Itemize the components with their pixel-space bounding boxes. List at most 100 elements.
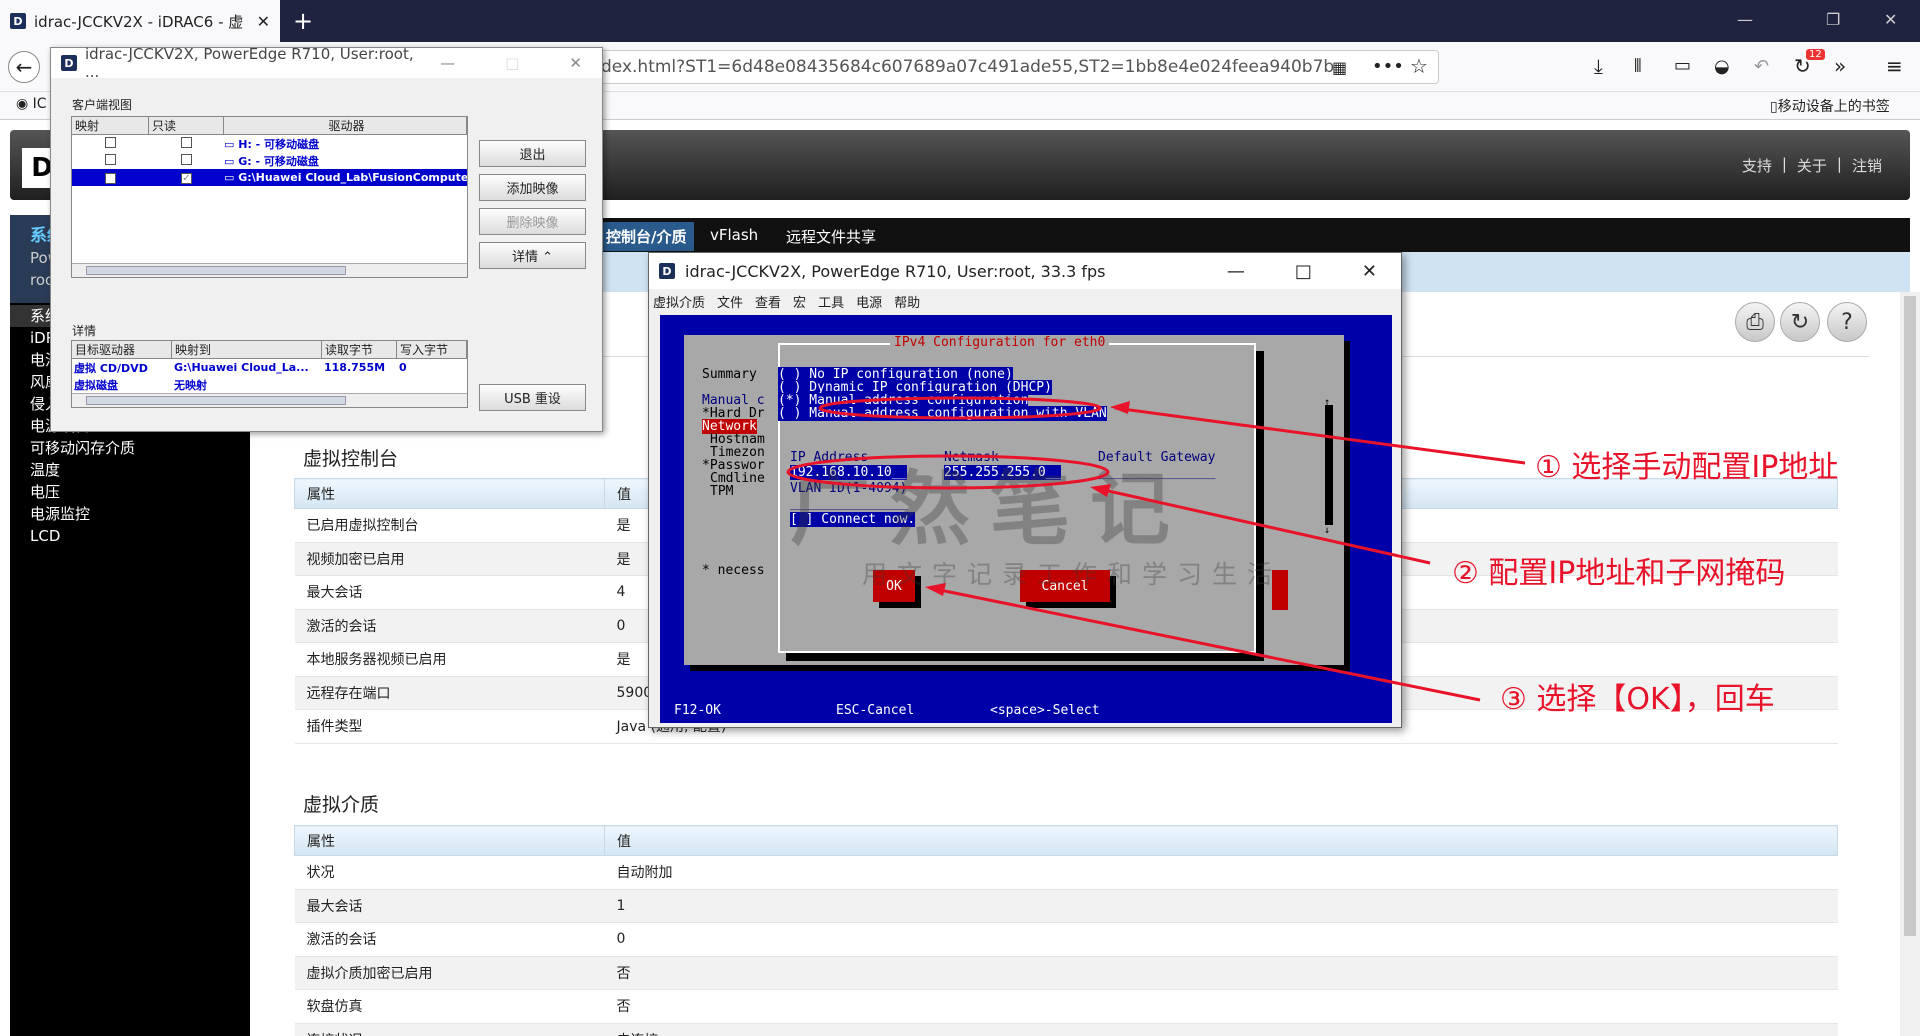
property-name: 本地服务器视频已启用	[294, 642, 605, 677]
sidebar-icon[interactable]: ▭	[1674, 55, 1691, 76]
installer-menu-item[interactable]: Summary	[702, 367, 757, 382]
minimize-icon[interactable]: —	[440, 54, 455, 72]
close-tab-icon[interactable]: ✕	[257, 12, 270, 31]
refresh-icon[interactable]: ↻	[1780, 302, 1820, 342]
download-icon[interactable]: ⤓	[1594, 54, 1603, 78]
support-link[interactable]: 支持	[1742, 155, 1772, 176]
qr-code-icon[interactable]: ▦	[1332, 58, 1347, 77]
property-value: 否	[604, 989, 1838, 1024]
scroll-up-icon: ↑	[1324, 397, 1331, 408]
library-icon[interactable]: ⫴	[1634, 56, 1642, 77]
minimize-icon[interactable]: —	[1227, 261, 1245, 282]
undo-icon[interactable]: ↶	[1754, 56, 1769, 77]
property-name: 软盘仿真	[294, 989, 605, 1024]
new-tab-button[interactable]: +	[288, 6, 318, 36]
installer-menu-item[interactable]: * necess	[702, 563, 765, 578]
restore-icon[interactable]: ❐	[1826, 10, 1840, 29]
back-arrow-icon[interactable]: ←	[8, 51, 40, 83]
close-icon[interactable]: ✕	[569, 54, 582, 72]
console-menu-item[interactable]: 虚拟介质	[653, 292, 705, 311]
detail-row: 虚拟 CD/DVD G:\Huawei Cloud_La... 118.755M 0	[72, 359, 467, 376]
console-menu-item[interactable]: 查看	[755, 292, 781, 311]
drive-row[interactable]: ▭ G: - 可移动磁盘	[72, 152, 467, 169]
map-checkbox[interactable]	[105, 136, 116, 148]
about-link[interactable]: 关于	[1797, 155, 1827, 176]
help-icon[interactable]: ?	[1827, 302, 1867, 342]
property-name: 激活的会话	[294, 922, 605, 957]
details-table: 目标驱动器 映射到 读取字节 写入字节 虚拟 CD/DVD G:\Huawei C…	[71, 340, 468, 408]
logout-link[interactable]: 注销	[1852, 155, 1882, 176]
readonly-checkbox[interactable]	[181, 136, 192, 148]
table-row: 最大会话 1	[294, 889, 1838, 923]
tab-console-media[interactable]: 控制台/介质	[598, 222, 695, 251]
property-name: 已启用虚拟控制台	[294, 508, 605, 543]
map-checkbox[interactable]: ✓	[105, 173, 116, 184]
details-button[interactable]: 详情 ⌃	[479, 242, 586, 269]
col-header: 写入字节	[397, 341, 467, 359]
usb-reset-button[interactable]: USB 重设	[479, 384, 586, 411]
horizontal-scrollbar[interactable]	[72, 263, 467, 277]
table-row: 软盘仿真否	[294, 989, 1838, 1024]
page-scrollbar[interactable]	[1900, 292, 1920, 1036]
sidebar-item[interactable]: 电压	[10, 481, 250, 503]
tab-vflash[interactable]: vFlash	[710, 226, 758, 244]
sidebar-item[interactable]: 温度	[10, 459, 250, 481]
col-header: 属性	[294, 478, 605, 509]
annotation-1: ① 选择手动配置IP地址	[1535, 450, 1839, 485]
sidebar-item[interactable]: LCD	[10, 525, 250, 547]
console-menu-item[interactable]: 文件	[717, 292, 743, 311]
drive-row[interactable]: ✓ ✓ ▭ G:\Huawei Cloud_Lab\FusionCompute\Fu	[72, 169, 467, 186]
exit-button[interactable]: 退出	[479, 140, 586, 167]
menu-icon[interactable]: ≡	[1886, 54, 1903, 78]
detail-cell: 虚拟 CD/DVD	[74, 361, 148, 375]
detail-cell: 虚拟磁盘	[74, 378, 118, 392]
readonly-checkbox[interactable]	[181, 153, 192, 165]
detail-cell: 0	[399, 361, 407, 374]
terminal-scrollbar[interactable]	[1325, 405, 1333, 525]
bookmark-item[interactable]: ◉ IC	[16, 96, 47, 112]
remove-image-button[interactable]: 删除映像	[479, 208, 586, 235]
property-name: 连接状况	[294, 1023, 605, 1036]
extension-icon[interactable]: ◒	[1714, 56, 1730, 77]
add-image-button[interactable]: 添加映像	[479, 174, 586, 201]
close-window-icon[interactable]: ✕	[1884, 10, 1897, 29]
print-icon[interactable]: ⎙	[1735, 302, 1775, 342]
console-menu-item[interactable]: 电源	[856, 292, 882, 311]
sidebar-item[interactable]: 电源监控	[10, 503, 250, 525]
overflow-icon[interactable]: »	[1834, 54, 1846, 78]
console-menu-item[interactable]: 工具	[818, 292, 844, 311]
col-header: 只读	[149, 117, 224, 135]
horizontal-scrollbar[interactable]	[72, 393, 467, 407]
virtual-console-title: 虚拟控制台	[303, 448, 399, 470]
property-name: 视频加密已启用	[294, 542, 605, 576]
tab-remote-share[interactable]: 远程文件共享	[786, 226, 876, 247]
maximize-icon[interactable]: □	[1295, 261, 1312, 282]
mobile-bookmarks[interactable]: ▯移动设备上的书签	[1770, 96, 1890, 116]
bookmark-icon: ◉	[16, 96, 29, 112]
browser-tab[interactable]: D idrac-JCCKV2X - iDRAC6 - 虚 ✕	[0, 0, 280, 42]
drive-icon: ▭	[224, 154, 239, 168]
drive-row[interactable]: ▭ H: - 可移动磁盘	[72, 135, 467, 152]
close-icon[interactable]: ✕	[1362, 261, 1377, 282]
drive-label: H: - 可移动磁盘	[238, 137, 320, 151]
detail-cell: 无映射	[174, 378, 207, 392]
details-label: 详情	[72, 324, 97, 338]
property-value: 0	[604, 922, 1838, 957]
url-field[interactable]: dex.html?ST1=6d48e08435684c607689a07c491…	[592, 50, 1439, 84]
console-menu-item[interactable]: 宏	[793, 292, 806, 311]
maximize-icon[interactable]: □	[505, 54, 519, 72]
col-header: 读取字节	[322, 341, 397, 359]
ip-mode-option[interactable]: ( ) Manual address configuration with VL…	[778, 406, 1107, 421]
virtual-media-title: 虚拟介质	[303, 794, 380, 816]
map-checkbox[interactable]	[105, 153, 116, 165]
property-name: 远程存在端口	[294, 676, 605, 710]
readonly-checkbox[interactable]: ✓	[181, 173, 192, 184]
console-menu-item[interactable]: 帮助	[894, 292, 920, 311]
minimize-icon[interactable]: —	[1737, 10, 1753, 29]
sidebar-item[interactable]: 可移动闪存介质	[10, 437, 250, 459]
property-value: 自动附加	[604, 855, 1838, 890]
more-icon[interactable]: •••	[1372, 56, 1404, 77]
bookmark-star-icon[interactable]: ☆	[1410, 54, 1428, 78]
java-app-icon: D	[659, 263, 675, 279]
installer-menu-item[interactable]: TPM	[710, 484, 733, 499]
